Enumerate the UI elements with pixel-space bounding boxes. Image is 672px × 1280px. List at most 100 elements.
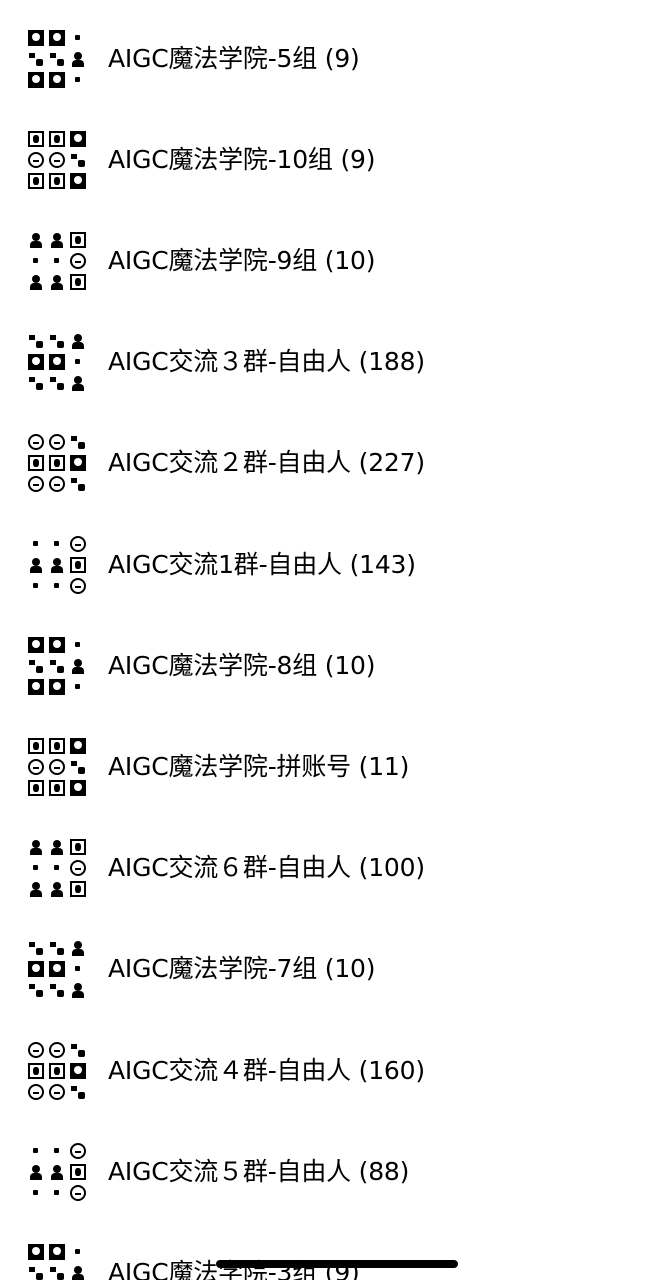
member-avatar-tile: [49, 556, 65, 573]
member-avatar-tile: [49, 758, 65, 775]
member-avatar-tile: [28, 252, 44, 269]
member-avatar-tile: [28, 354, 44, 371]
member-avatar-tile: [70, 678, 86, 695]
member-avatar-tile: [49, 172, 65, 189]
member-avatar-tile: [70, 779, 86, 796]
member-avatar-tile: [49, 455, 65, 472]
member-avatar-tile: [49, 1062, 65, 1079]
group-list-item[interactable]: AIGC交流４群-自由人 (160): [0, 1020, 672, 1121]
member-avatar-tile: [49, 1163, 65, 1180]
member-avatar-tile: [28, 737, 44, 754]
member-avatar-tile: [49, 982, 65, 999]
group-list-item[interactable]: AIGC魔法学院-5组 (9): [0, 8, 672, 109]
group-avatar-icon: [28, 1142, 86, 1201]
member-avatar-tile: [49, 678, 65, 695]
member-avatar-tile: [28, 50, 44, 67]
group-name-label: AIGC交流２群-自由人 (227): [108, 448, 425, 478]
member-avatar-tile: [70, 29, 86, 46]
group-avatar-icon: [28, 839, 86, 898]
group-name-label: AIGC交流1群-自由人 (143): [108, 549, 416, 579]
member-avatar-tile: [70, 1062, 86, 1079]
member-avatar-tile: [70, 231, 86, 248]
member-avatar-tile: [70, 577, 86, 594]
member-avatar-tile: [49, 1083, 65, 1100]
member-avatar-tile: [49, 476, 65, 493]
member-avatar-tile: [70, 657, 86, 674]
group-list-item[interactable]: AIGC交流５群-自由人 (88): [0, 1121, 672, 1222]
group-list-item[interactable]: AIGC魔法学院-3组 (9): [0, 1222, 672, 1280]
group-name-label: AIGC交流３群-自由人 (188): [108, 347, 425, 377]
member-avatar-tile: [28, 961, 44, 978]
member-avatar-tile: [49, 252, 65, 269]
member-avatar-tile: [28, 1142, 44, 1159]
member-avatar-tile: [70, 151, 86, 168]
member-avatar-tile: [28, 636, 44, 653]
member-avatar-tile: [70, 172, 86, 189]
group-avatar-icon: [28, 535, 86, 594]
group-list-item[interactable]: AIGC交流1群-自由人 (143): [0, 514, 672, 615]
home-indicator[interactable]: [216, 1260, 458, 1268]
member-avatar-tile: [28, 1163, 44, 1180]
member-avatar-tile: [28, 535, 44, 552]
member-avatar-tile: [70, 1163, 86, 1180]
member-avatar-tile: [70, 1041, 86, 1058]
member-avatar-tile: [49, 737, 65, 754]
member-avatar-tile: [70, 535, 86, 552]
member-avatar-tile: [49, 231, 65, 248]
group-list-item[interactable]: AIGC魔法学院-8组 (10): [0, 615, 672, 716]
member-avatar-tile: [28, 881, 44, 898]
group-avatar-icon: [28, 1243, 86, 1280]
member-avatar-tile: [28, 556, 44, 573]
member-avatar-tile: [70, 273, 86, 290]
member-avatar-tile: [49, 1243, 65, 1260]
member-avatar-tile: [49, 839, 65, 856]
member-avatar-tile: [49, 130, 65, 147]
member-avatar-tile: [28, 1062, 44, 1079]
member-avatar-tile: [70, 839, 86, 856]
group-name-label: AIGC交流６群-自由人 (100): [108, 853, 425, 883]
member-avatar-tile: [70, 1184, 86, 1201]
member-avatar-tile: [49, 151, 65, 168]
member-avatar-tile: [70, 252, 86, 269]
group-list-item[interactable]: AIGC交流３群-自由人 (188): [0, 312, 672, 413]
member-avatar-tile: [49, 860, 65, 877]
member-avatar-tile: [28, 1083, 44, 1100]
group-avatar-icon: [28, 231, 86, 290]
group-list-item[interactable]: AIGC魔法学院-拼账号 (11): [0, 716, 672, 817]
member-avatar-tile: [49, 657, 65, 674]
member-avatar-tile: [49, 940, 65, 957]
chat-group-list[interactable]: AIGC魔法学院-5组 (9) AIGC魔法学院-10组 (9) AIGC魔法学院-…: [0, 0, 672, 1280]
member-avatar-tile: [28, 71, 44, 88]
member-avatar-tile: [70, 982, 86, 999]
group-list-item[interactable]: AIGC魔法学院-7组 (10): [0, 919, 672, 1020]
member-avatar-tile: [70, 860, 86, 877]
member-avatar-tile: [49, 71, 65, 88]
member-avatar-tile: [70, 636, 86, 653]
member-avatar-tile: [70, 1264, 86, 1280]
group-avatar-icon: [28, 434, 86, 493]
group-list-item[interactable]: AIGC魔法学院-10组 (9): [0, 109, 672, 210]
member-avatar-tile: [49, 1142, 65, 1159]
member-avatar-tile: [28, 678, 44, 695]
member-avatar-tile: [70, 881, 86, 898]
member-avatar-tile: [49, 273, 65, 290]
group-name-label: AIGC魔法学院-5组 (9): [108, 43, 360, 73]
member-avatar-tile: [28, 577, 44, 594]
member-avatar-tile: [49, 375, 65, 392]
member-avatar-tile: [49, 961, 65, 978]
member-avatar-tile: [28, 29, 44, 46]
group-list-item[interactable]: AIGC魔法学院-9组 (10): [0, 210, 672, 311]
member-avatar-tile: [49, 354, 65, 371]
group-list-item[interactable]: AIGC交流２群-自由人 (227): [0, 413, 672, 514]
member-avatar-tile: [70, 130, 86, 147]
member-avatar-tile: [28, 657, 44, 674]
group-name-label: AIGC交流５群-自由人 (88): [108, 1156, 410, 1186]
member-avatar-tile: [28, 455, 44, 472]
member-avatar-tile: [49, 333, 65, 350]
group-list-item[interactable]: AIGC交流６群-自由人 (100): [0, 818, 672, 919]
member-avatar-tile: [28, 860, 44, 877]
member-avatar-tile: [28, 476, 44, 493]
group-name-label: AIGC魔法学院-7组 (10): [108, 954, 376, 984]
member-avatar-tile: [28, 758, 44, 775]
member-avatar-tile: [49, 1184, 65, 1201]
